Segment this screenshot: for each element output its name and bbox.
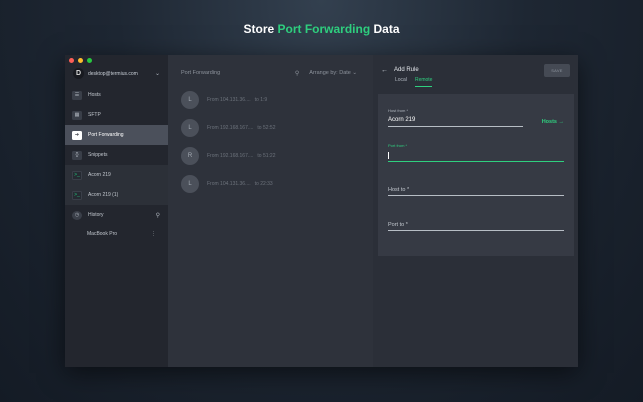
- back-arrow-icon[interactable]: ←: [381, 67, 388, 74]
- host-from-field[interactable]: Host from * Acorn 219: [388, 108, 523, 127]
- host-to-label: Host to *: [388, 187, 410, 193]
- field-underline: [388, 195, 564, 196]
- sidebar-item-label: SFTP: [88, 112, 101, 118]
- avatar: D: [73, 68, 84, 79]
- history-host-label: MacBook Pro: [87, 231, 118, 237]
- rule-type-badge: L: [181, 91, 199, 109]
- sidebar-item-snippets[interactable]: {} Snippets: [65, 145, 168, 165]
- rule-type-tabs: Local Remote: [395, 77, 433, 87]
- minimize-window-button[interactable]: [78, 58, 83, 63]
- list-header: Port Forwarding ⚲ Arrange by: Date ⌄: [181, 68, 357, 78]
- sidebar-item-port-forwarding[interactable]: ➔ Port Forwarding: [65, 125, 168, 145]
- list-item[interactable]: L From 104.131.36.... to 22:33: [181, 170, 363, 198]
- clock-icon: ◷: [72, 210, 82, 220]
- headline-prefix: Store: [243, 22, 278, 36]
- field-underline: [388, 161, 564, 162]
- history-label: History: [88, 212, 104, 218]
- sftp-icon: ▦: [72, 110, 82, 120]
- headline-accent: Port Forwarding: [277, 22, 371, 36]
- search-icon[interactable]: ⚲: [156, 212, 160, 219]
- sidebar-item-hosts[interactable]: ☰ Hosts: [65, 85, 168, 105]
- sidebar-item-session-acorn-219-1[interactable]: >_ Acorn 219 (1): [65, 185, 168, 205]
- add-rule-panel: ← Add Rule SAVE Local Remote Host from *…: [373, 55, 578, 367]
- list-title: Port Forwarding: [181, 70, 221, 76]
- save-button[interactable]: SAVE: [544, 63, 570, 77]
- arrange-label: Arrange by: Date: [309, 70, 351, 76]
- more-options-icon[interactable]: ⋮: [151, 231, 156, 237]
- rules-list-pane: Port Forwarding ⚲ Arrange by: Date ⌄ L F…: [168, 55, 373, 367]
- account-switcher[interactable]: D desktop@termius.com ⌄: [65, 66, 168, 81]
- history-header[interactable]: ◷ History ⚲: [65, 205, 168, 225]
- close-window-button[interactable]: [69, 58, 74, 63]
- list-item[interactable]: L From 192.168.167.... to 52:52: [181, 114, 363, 142]
- port-from-field[interactable]: Port from *: [388, 143, 564, 162]
- rule-type-badge: L: [181, 119, 199, 137]
- history-item[interactable]: MacBook Pro ⋮: [65, 225, 168, 243]
- zoom-window-button[interactable]: [87, 58, 92, 63]
- text-cursor: [388, 152, 389, 159]
- headline-suffix: Data: [370, 22, 400, 36]
- hosts-link-label: Hosts: [541, 119, 557, 125]
- field-underline: [388, 126, 523, 127]
- panel-title: Add Rule: [394, 67, 419, 73]
- sidebar-item-sftp[interactable]: ▦ SFTP: [65, 105, 168, 125]
- app-window: D desktop@termius.com ⌄ ☰ Hosts ▦ SFTP ➔…: [65, 55, 578, 367]
- arrow-right-icon: →: [558, 119, 565, 125]
- terminal-icon: >_: [72, 170, 82, 180]
- rule-from: From 104.131.36....: [207, 181, 251, 187]
- port-to-label: Port to *: [388, 222, 408, 228]
- headline: Store Port Forwarding Data: [0, 22, 643, 36]
- rules-list: L From 104.131.36.... to 1:9 L From 192.…: [181, 86, 363, 198]
- host-to-field[interactable]: Host to *: [388, 187, 564, 196]
- host-from-value[interactable]: Acorn 219: [388, 117, 523, 124]
- rule-type-badge: R: [181, 147, 199, 165]
- sidebar-item-session-acorn-219[interactable]: >_ Acorn 219: [65, 165, 168, 185]
- rule-to: to 1:9: [254, 97, 268, 103]
- hosts-link[interactable]: Hosts →: [542, 119, 564, 125]
- port-to-field[interactable]: Port to *: [388, 222, 564, 231]
- search-icon[interactable]: ⚲: [295, 70, 299, 77]
- list-item[interactable]: R From 192.168.167.... to 51:22: [181, 142, 363, 170]
- panel-header: ← Add Rule SAVE: [381, 63, 570, 77]
- rule-type-badge: L: [181, 175, 199, 193]
- rule-from: From 104.131.36....: [207, 97, 251, 103]
- list-item[interactable]: L From 104.131.36.... to 1:9: [181, 86, 363, 114]
- snippets-icon: {}: [72, 150, 82, 160]
- port-forwarding-icon: ➔: [72, 130, 82, 140]
- chevron-down-icon: ⌄: [352, 70, 357, 76]
- rule-to: to 52:52: [257, 125, 276, 131]
- chevron-down-icon: ⌄: [154, 71, 160, 77]
- rule-form: Host from * Acorn 219 Hosts → Port from …: [378, 94, 574, 256]
- sidebar: D desktop@termius.com ⌄ ☰ Hosts ▦ SFTP ➔…: [65, 55, 168, 367]
- rule-to: to 22:33: [254, 181, 273, 187]
- rule-to: to 51:22: [257, 153, 276, 159]
- arrange-dropdown[interactable]: Arrange by: Date ⌄: [309, 70, 357, 76]
- port-from-input[interactable]: [388, 152, 564, 159]
- rule-from: From 192.168.167....: [207, 153, 254, 159]
- sidebar-item-label: Snippets: [88, 152, 108, 158]
- window-controls: [69, 58, 92, 63]
- port-from-label: Port from *: [388, 143, 408, 148]
- rule-from: From 192.168.167....: [207, 125, 254, 131]
- field-underline: [388, 230, 564, 231]
- sidebar-item-label: Acorn 219 (1): [88, 192, 119, 198]
- tab-remote[interactable]: Remote: [414, 77, 433, 87]
- account-email: desktop@termius.com: [88, 70, 138, 77]
- sidebar-nav: ☰ Hosts ▦ SFTP ➔ Port Forwarding {} Snip…: [65, 85, 168, 243]
- sidebar-item-label: Acorn 219: [88, 172, 111, 178]
- host-from-label: Host from *: [388, 108, 409, 113]
- hosts-icon: ☰: [72, 90, 82, 100]
- tab-local[interactable]: Local: [395, 77, 407, 87]
- sidebar-item-label: Port Forwarding: [88, 132, 124, 138]
- sidebar-item-label: Hosts: [88, 92, 101, 98]
- terminal-icon: >_: [72, 190, 82, 200]
